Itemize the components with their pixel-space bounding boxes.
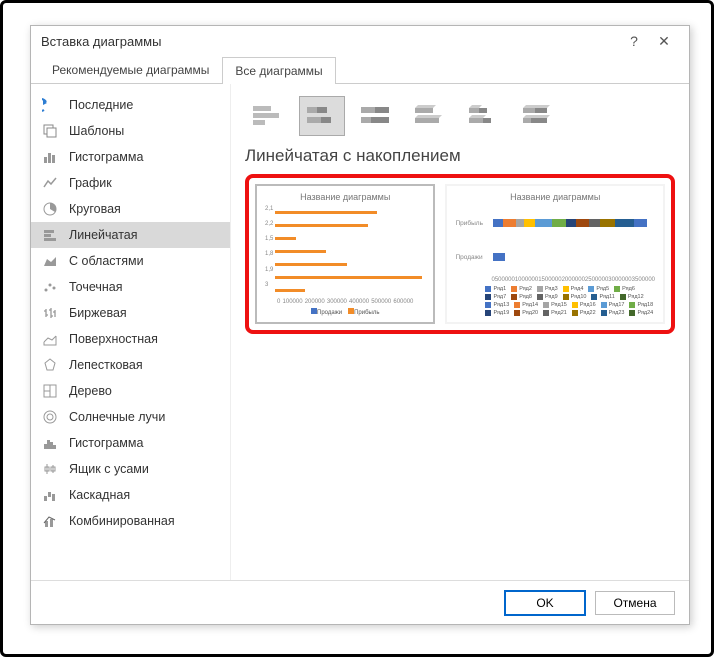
preview1-x-axis: 0100000 200000300000 400000500000 600000: [277, 299, 413, 305]
preview2-legend: Ряд1Ряд2Ряд3Ряд4Ряд5Ряд6Ряд7Ряд8Ряд9Ряд1…: [455, 286, 655, 316]
subtype-3d-100-stacked-bar[interactable]: [515, 96, 561, 136]
preview-highlight-area: Название диаграммы 2,12,2 1,51,8 1,93: [245, 174, 675, 334]
preview2-body: Прибыль: [455, 206, 655, 274]
close-button[interactable]: ✕: [649, 33, 679, 50]
preview1-y-axis: 2,12,2 1,51,8 1,93: [265, 206, 275, 297]
sidebar-item-combo[interactable]: Комбинированная: [31, 508, 230, 534]
waterfall-icon: [41, 486, 59, 504]
scatter-chart-icon: [41, 278, 59, 296]
preview2-x-axis: 0500000 10000001500000 20000002500000 30…: [455, 277, 655, 283]
area-chart-icon: [41, 252, 59, 270]
sidebar-item-surface[interactable]: Поверхностная: [31, 326, 230, 352]
subtype-heading: Линейчатая с накоплением: [245, 146, 675, 166]
sidebar-item-waterfall[interactable]: Каскадная: [31, 482, 230, 508]
dialog-footer: OK Отмена: [31, 580, 689, 624]
line-chart-icon: [41, 174, 59, 192]
sidebar-item-sunburst[interactable]: Солнечные лучи: [31, 404, 230, 430]
sidebar-item-line[interactable]: График: [31, 170, 230, 196]
preview1-bars: [275, 206, 425, 297]
tab-all[interactable]: Все диаграммы: [222, 57, 335, 84]
radar-chart-icon: [41, 356, 59, 374]
sidebar-item-column[interactable]: Гистограмма: [31, 144, 230, 170]
ok-button[interactable]: OK: [505, 591, 585, 615]
sidebar-item-treemap[interactable]: Дерево: [31, 378, 230, 404]
sidebar-item-histogram[interactable]: Гистограмма: [31, 430, 230, 456]
sidebar-item-area[interactable]: С областями: [31, 248, 230, 274]
subtype-stacked-bar[interactable]: [299, 96, 345, 136]
pie-chart-icon: [41, 200, 59, 218]
sidebar-item-bar[interactable]: Линейчатая: [31, 222, 230, 248]
column-chart-icon: [41, 148, 59, 166]
sidebar-item-templates[interactable]: Шаблоны: [31, 118, 230, 144]
sidebar-item-boxwhisker[interactable]: Ящик с усами: [31, 456, 230, 482]
subtype-100-stacked-bar[interactable]: [353, 96, 399, 136]
templates-icon: [41, 122, 59, 140]
cancel-button[interactable]: Отмена: [595, 591, 675, 615]
treemap-icon: [41, 382, 59, 400]
sidebar-item-pie[interactable]: Круговая: [31, 196, 230, 222]
sidebar-item-stock[interactable]: Биржевая: [31, 300, 230, 326]
sidebar-item-recent[interactable]: Последние: [31, 92, 230, 118]
subtype-clustered-bar[interactable]: [245, 96, 291, 136]
sidebar-item-scatter[interactable]: Точечная: [31, 274, 230, 300]
dialog-title: Вставка диаграммы: [41, 34, 161, 49]
recent-icon: [41, 96, 59, 114]
boxwhisker-icon: [41, 460, 59, 478]
bar-chart-icon: [41, 226, 59, 244]
tab-recommended[interactable]: Рекомендуемые диаграммы: [39, 56, 222, 83]
help-button[interactable]: ?: [619, 33, 649, 49]
chart-preview-2[interactable]: Название диаграммы Прибыль: [445, 184, 665, 324]
sunburst-icon: [41, 408, 59, 426]
preview1-legend: Продажи Прибыль: [311, 308, 379, 316]
subtype-3d-clustered-bar[interactable]: [407, 96, 453, 136]
surface-chart-icon: [41, 330, 59, 348]
tab-strip: Рекомендуемые диаграммы Все диаграммы: [31, 56, 689, 84]
main-panel: Линейчатая с накоплением Название диагра…: [231, 84, 689, 580]
subtype-3d-stacked-bar[interactable]: [461, 96, 507, 136]
title-bar: Вставка диаграммы ? ✕: [31, 26, 689, 56]
combo-chart-icon: [41, 512, 59, 530]
sidebar-item-radar[interactable]: Лепестковая: [31, 352, 230, 378]
chart-preview-1[interactable]: Название диаграммы 2,12,2 1,51,8 1,93: [255, 184, 435, 324]
chart-category-sidebar: Последние Шаблоны Гистограмма График Кру…: [31, 84, 231, 580]
stock-chart-icon: [41, 304, 59, 322]
histogram-icon: [41, 434, 59, 452]
insert-chart-dialog: Вставка диаграммы ? ✕ Рекомендуемые диаг…: [30, 25, 690, 625]
subtype-row: [245, 96, 675, 136]
